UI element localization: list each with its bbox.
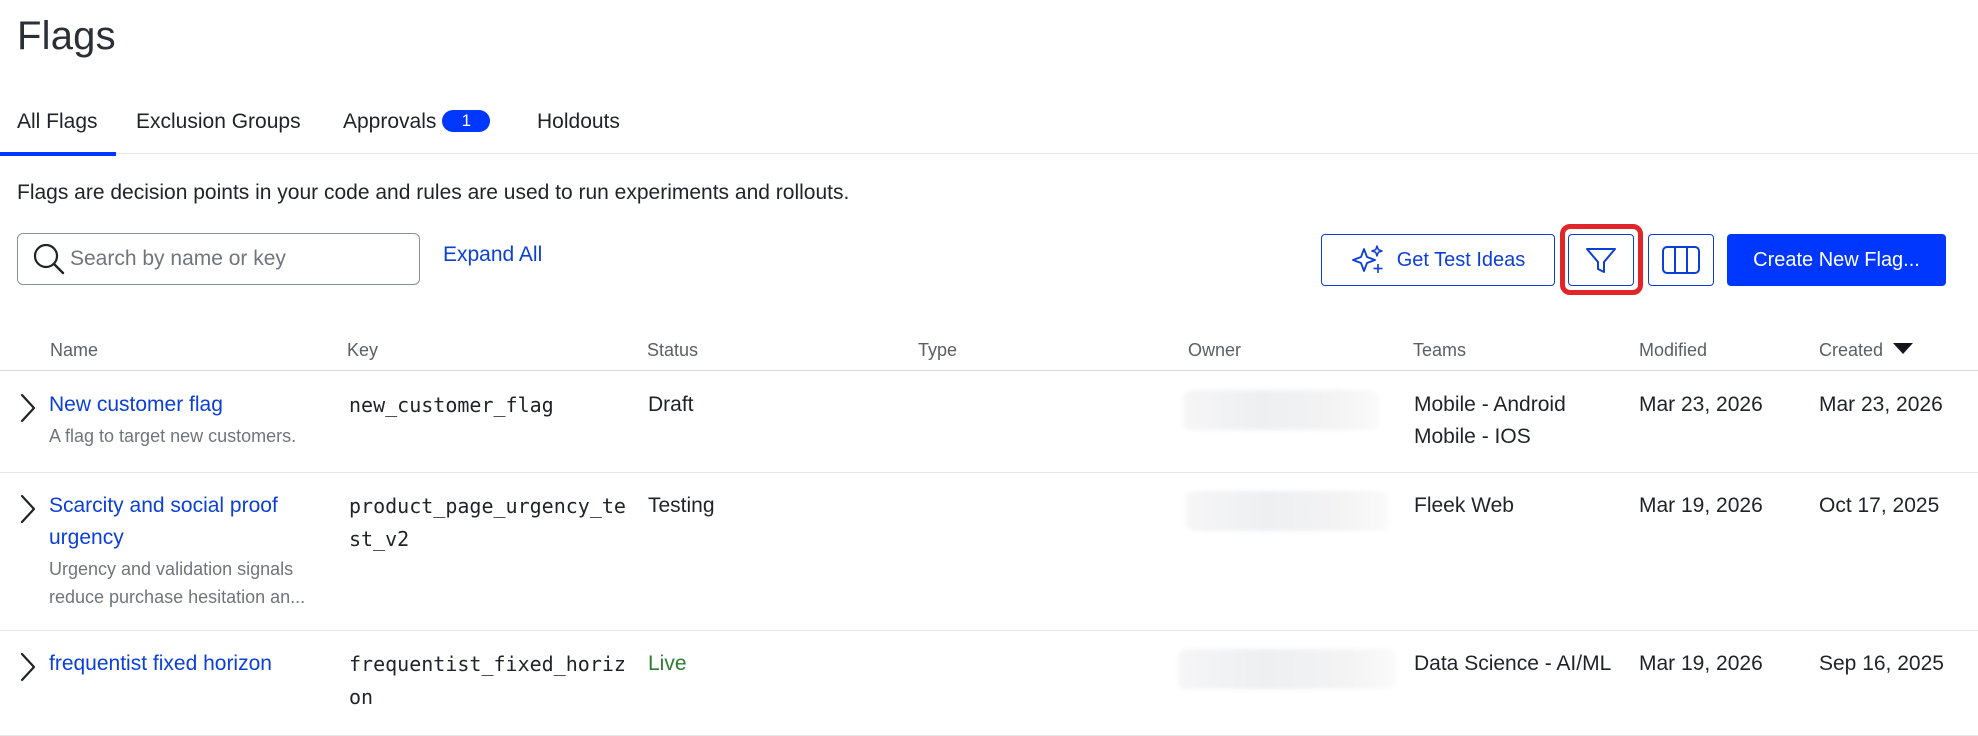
status-text: Draft xyxy=(648,393,694,416)
column-header-key[interactable]: Key xyxy=(347,340,378,361)
flag-key: frequentist_fixed_horizon xyxy=(349,652,626,709)
flag-name-link[interactable]: New customer flag xyxy=(49,393,223,416)
flag-key: product_page_urgency_test_v2 xyxy=(349,494,626,551)
tab-label: Approvals xyxy=(343,110,437,133)
teams-cell: Fleek Web xyxy=(1414,490,1614,522)
column-header-modified[interactable]: Modified xyxy=(1639,340,1707,361)
columns-icon xyxy=(1662,246,1700,274)
flag-name-link[interactable]: frequentist fixed horizon xyxy=(49,652,272,675)
column-header-created-label: Created xyxy=(1819,340,1884,360)
tab-exclusion-groups[interactable]: Exclusion Groups xyxy=(136,110,301,134)
tab-label: Exclusion Groups xyxy=(136,110,301,133)
sort-descending-icon[interactable] xyxy=(1893,343,1914,354)
table-row: Scarcity and social proof urgency Urgenc… xyxy=(0,473,1978,631)
owner-redacted xyxy=(1178,649,1396,689)
teams-cell: Data Science - AI/ML xyxy=(1414,648,1614,680)
status-text: Testing xyxy=(648,494,715,517)
column-header-owner[interactable]: Owner xyxy=(1188,340,1241,361)
get-test-ideas-button[interactable]: Get Test Ideas xyxy=(1321,234,1555,286)
expand-all-link[interactable]: Expand All xyxy=(443,243,542,267)
flag-name-link[interactable]: Scarcity and social proof urgency xyxy=(49,494,278,549)
modified-date: Mar 23, 2026 xyxy=(1639,393,1763,416)
table-row: frequentist fixed horizon frequentist_fi… xyxy=(0,631,1978,736)
flag-description: Urgency and validation signals reduce pu… xyxy=(49,559,306,607)
approvals-count-badge: 1 xyxy=(442,110,491,132)
modified-date: Mar 19, 2026 xyxy=(1639,494,1763,517)
tab-bar: All Flags Exclusion Groups Approvals 1 Ho… xyxy=(0,100,1978,156)
created-date: Mar 23, 2026 xyxy=(1819,393,1943,416)
table-row: New customer flag A flag to target new c… xyxy=(0,372,1978,473)
page-title: Flags xyxy=(17,14,116,58)
tab-label: All Flags xyxy=(17,110,98,133)
filter-icon xyxy=(1586,248,1616,273)
column-header-name[interactable]: Name xyxy=(50,340,98,361)
column-header-teams[interactable]: Teams xyxy=(1413,340,1466,361)
column-header-created[interactable]: Created xyxy=(1819,340,1914,361)
column-header-type[interactable]: Type xyxy=(918,340,957,361)
teams-cell: Mobile - Android Mobile - IOS xyxy=(1414,389,1614,453)
sparkle-icon xyxy=(1351,245,1383,273)
search-input[interactable] xyxy=(70,247,400,271)
search-icon xyxy=(33,243,65,275)
filter-button[interactable] xyxy=(1568,234,1634,286)
owner-redacted xyxy=(1186,491,1388,531)
page-description: Flags are decision points in your code a… xyxy=(17,181,850,204)
chevron-right-icon[interactable] xyxy=(18,651,38,683)
team-name: Mobile - IOS xyxy=(1414,425,1531,448)
flag-key: new_customer_flag xyxy=(349,393,554,417)
created-date: Sep 16, 2025 xyxy=(1819,652,1944,675)
team-name: Mobile - Android xyxy=(1414,393,1566,416)
column-header-status[interactable]: Status xyxy=(647,340,698,361)
tab-all-flags[interactable]: All Flags xyxy=(0,110,115,156)
team-name: Data Science - AI/ML xyxy=(1414,652,1612,675)
tab-holdouts[interactable]: Holdouts xyxy=(537,110,620,134)
modified-date: Mar 19, 2026 xyxy=(1639,652,1763,675)
flag-name-cell: frequentist fixed horizon xyxy=(49,648,329,680)
create-new-flag-button[interactable]: Create New Flag... xyxy=(1727,234,1946,286)
created-date: Oct 17, 2025 xyxy=(1819,494,1940,517)
tab-approvals[interactable]: Approvals 1 xyxy=(343,110,491,134)
flag-name-cell: Scarcity and social proof urgency Urgenc… xyxy=(49,490,329,611)
table-header: Name Key Status Type Owner Teams Modifie… xyxy=(0,330,1978,371)
chevron-right-icon[interactable] xyxy=(18,493,38,525)
flag-name-cell: New customer flag A flag to target new c… xyxy=(49,389,329,450)
owner-redacted xyxy=(1183,390,1379,430)
flag-description: A flag to target new customers. xyxy=(49,426,297,446)
tab-label: Holdouts xyxy=(537,110,620,133)
columns-button[interactable] xyxy=(1648,234,1714,286)
get-test-ideas-label: Get Test Ideas xyxy=(1396,248,1526,271)
status-text: Live xyxy=(648,652,687,675)
search-box[interactable] xyxy=(17,233,420,285)
chevron-right-icon[interactable] xyxy=(18,392,38,424)
team-name: Fleek Web xyxy=(1414,494,1514,517)
